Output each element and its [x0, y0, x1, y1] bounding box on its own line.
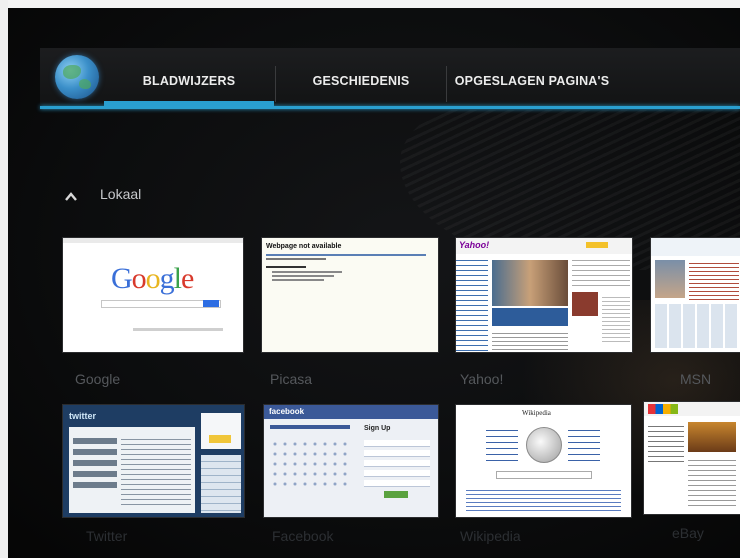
- twitter-signup-button: [209, 435, 231, 443]
- photo-border-left: [0, 0, 8, 558]
- bookmark-thumbnail-wikipedia[interactable]: Wikipedia: [455, 404, 632, 518]
- twitter-tweets: [121, 435, 191, 505]
- error-text-line: [266, 258, 326, 260]
- globe-icon[interactable]: [55, 55, 99, 99]
- tab-divider: [446, 66, 447, 102]
- google-search-button: [203, 300, 219, 307]
- msn-tiles: [655, 304, 739, 348]
- twitter-sidebar: [201, 455, 241, 513]
- wikipedia-languages-left: [486, 425, 518, 465]
- bookmark-thumbnail-ebay[interactable]: [643, 401, 740, 515]
- msn-headlines: [689, 260, 739, 300]
- error-text-line: [266, 254, 426, 256]
- bookmark-label: eBay: [672, 525, 704, 541]
- bookmark-label: MSN: [680, 371, 712, 387]
- bookmark-label: Wikipedia: [460, 528, 521, 544]
- ebay-listings: [688, 456, 736, 506]
- ebay-logo: [648, 404, 678, 414]
- facebook-logo: facebook: [269, 407, 305, 416]
- yahoo-news-list: [492, 330, 568, 350]
- yahoo-search-button: [586, 242, 608, 248]
- twitter-avatars: [73, 433, 117, 493]
- bookmark-label: Facebook: [272, 528, 334, 544]
- tab-divider: [275, 66, 276, 102]
- bookmark-thumbnail-twitter[interactable]: twitter: [62, 404, 245, 518]
- error-text-line: [272, 275, 334, 277]
- yahoo-feature-bar: [492, 308, 568, 326]
- twitter-signin-box: [201, 413, 241, 449]
- bookmark-label: Picasa: [270, 371, 313, 387]
- ebay-categories: [648, 422, 684, 462]
- google-topbar: [63, 238, 243, 243]
- bookmark-thumbnail-msn[interactable]: [650, 237, 740, 353]
- bookmark-label: Google: [75, 371, 121, 387]
- ebay-banner: [688, 422, 736, 452]
- yahoo-sidebar: [456, 256, 488, 352]
- photo-border-top: [0, 0, 740, 8]
- tab-geschiedenis[interactable]: GESCHIEDENIS: [277, 64, 445, 98]
- yahoo-feature-image: [492, 260, 568, 306]
- tab-bladwijzers[interactable]: BLADWIJZERS: [104, 64, 274, 98]
- wikipedia-languages-right: [568, 425, 600, 465]
- bookmark-label: Twitter: [86, 528, 128, 544]
- tab-opgeslagen-paginas[interactable]: OPGESLAGEN PAGINA'S: [448, 64, 616, 98]
- wikipedia-search: [496, 471, 592, 479]
- msn-photo: [655, 260, 685, 298]
- facebook-tagline: [270, 425, 350, 429]
- wikipedia-logo: Wikipedia: [522, 409, 551, 417]
- msn-header: [651, 238, 740, 256]
- facebook-world-map: [270, 439, 350, 489]
- bookmark-thumbnail-picasa[interactable]: Webpage not available: [261, 237, 439, 353]
- facebook-signup-button: [384, 491, 408, 498]
- facebook-signup-title: Sign Up: [364, 425, 391, 432]
- yahoo-right-column: [572, 256, 630, 290]
- wikipedia-language-list: [466, 487, 621, 513]
- error-text-line: [272, 279, 324, 281]
- action-bar-divider: [40, 106, 740, 109]
- yahoo-right-list: [602, 294, 630, 344]
- bookmark-label: Yahoo!: [460, 371, 504, 387]
- wikipedia-globe: [526, 427, 562, 463]
- section-label-lokaal[interactable]: Lokaal: [100, 186, 141, 202]
- bookmark-thumbnail-yahoo[interactable]: Yahoo!: [455, 237, 633, 353]
- google-footer-links: [133, 328, 223, 331]
- error-text-line: [272, 271, 342, 273]
- chevron-up-icon[interactable]: [64, 190, 78, 204]
- error-text-line: [266, 266, 306, 268]
- yahoo-logo: Yahoo!: [459, 240, 490, 250]
- facebook-signup-form: [364, 437, 430, 487]
- bookmark-thumbnail-google[interactable]: Google: [62, 237, 244, 353]
- yahoo-ad: [572, 292, 598, 316]
- google-logo: Google: [111, 262, 194, 295]
- twitter-logo: twitter: [69, 411, 96, 421]
- picasa-error-title: Webpage not available: [266, 243, 342, 250]
- bookmark-thumbnail-facebook[interactable]: facebook Sign Up: [263, 404, 439, 518]
